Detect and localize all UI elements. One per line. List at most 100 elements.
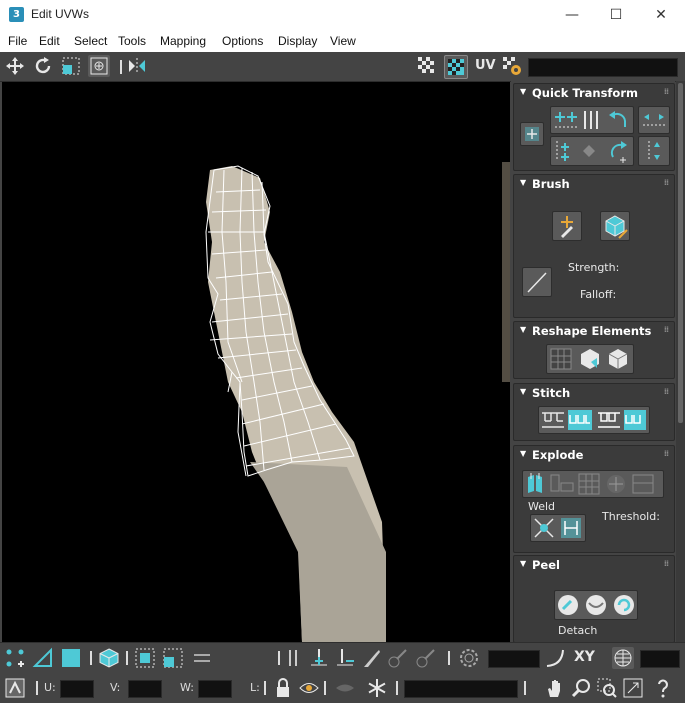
brush-falloff-button[interactable] [522,267,552,297]
reshape-tools-group[interactable] [546,344,634,374]
planar-map-button[interactable] [612,647,634,669]
menu-file[interactable]: File [8,34,27,48]
align-center-button[interactable] [520,122,544,146]
toolbar-separator [264,681,266,695]
rollout-title: Stitch [532,386,571,400]
menu-display[interactable]: Display [278,34,317,48]
select-face-button[interactable] [60,647,82,669]
add-to-selection-button[interactable] [308,647,330,669]
checker-map-button[interactable] [416,55,438,77]
toolbar-separator [448,651,450,665]
brush-select-button[interactable] [360,647,382,669]
select-edge-button[interactable] [32,647,54,669]
toolbar-separator [120,60,122,74]
zoom-extents-button[interactable] [622,677,644,699]
rotate-tool-button[interactable] [32,55,54,77]
paint-select-button[interactable] [334,647,356,669]
shrink-selection-icon [163,648,183,668]
uv-viewport[interactable] [2,82,510,642]
falloff-curve-button[interactable] [544,647,566,669]
stitch-tools-group[interactable] [538,406,650,434]
menu-mapping[interactable]: Mapping [160,34,206,48]
select-vertex-button[interactable] [4,647,26,669]
soft-selection-button[interactable] [386,647,408,669]
relax-brush-button[interactable] [600,211,630,241]
zoom-button[interactable] [570,677,592,699]
mirror-tool-button[interactable] [126,55,148,77]
zoom-region-button[interactable] [596,677,618,699]
w-label: W: [180,681,194,694]
menu-edit[interactable]: Edit [39,34,60,48]
help-button[interactable] [652,677,674,699]
freeform-tool-button[interactable] [88,55,110,77]
rollout-stitch: ▼ Stitch ⁞⁞ [513,383,675,441]
show-hidden-button[interactable] [298,677,320,699]
shrink-selection-button[interactable] [162,647,184,669]
v-field[interactable] [128,680,162,698]
texture-checker-button[interactable] [444,55,468,79]
uv-label[interactable]: UV [475,58,496,73]
point-to-point-button[interactable] [282,647,304,669]
hand-icon [548,680,560,697]
eye-icon [299,683,319,693]
toolbar-separator [90,651,92,665]
rollout-header[interactable]: ▼ Peel ⁞⁞ [514,556,674,574]
soft-falloff-button[interactable] [414,647,436,669]
brush-icon [364,650,380,667]
selection-filter-field[interactable] [404,680,518,698]
menu-view[interactable]: View [330,34,356,48]
scale-tool-button[interactable] [60,55,82,77]
globe-icon [614,649,632,667]
freeze-button[interactable] [366,677,388,699]
rollout-header[interactable]: ▼ Stitch ⁞⁞ [514,384,674,402]
hide-button[interactable] [334,677,356,699]
toolbar-separator [126,651,128,665]
move-tool-button[interactable] [4,55,26,77]
maximize-button[interactable]: ☐ [593,0,639,30]
align-horizontal-group[interactable] [550,106,634,134]
falloff-distance-field[interactable] [488,650,540,668]
rollout-header[interactable]: ▼ Quick Transform ⁞⁞ [514,84,674,102]
menu-select[interactable]: Select [74,34,107,48]
peel-tools-group[interactable] [554,590,638,620]
grip-icon: ⁞⁞ [663,178,669,187]
minimize-button[interactable]: — [549,0,595,30]
falloff-curve-icon [527,272,547,293]
grow-selection-button[interactable] [134,647,156,669]
rollout-title: Explode [532,448,584,462]
texture-dropdown[interactable] [528,58,678,77]
u-field[interactable] [60,680,94,698]
explode-tools-group[interactable] [522,470,664,498]
menu-options[interactable]: Options [222,34,263,48]
menu-tools[interactable]: Tools [118,34,146,48]
space-horizontal-button[interactable] [638,106,670,134]
command-panel: ▼ Quick Transform ⁞⁞ ▼ Brush ⁞⁞ Strength… [511,81,675,643]
uv-mesh-canvas[interactable] [2,82,510,642]
rollout-header[interactable]: ▼ Explode ⁞⁞ [514,446,674,464]
panel-scrollbar[interactable] [676,81,685,642]
lock-selection-button[interactable] [272,677,294,699]
space-vertical-button[interactable] [638,136,670,166]
scrollbar-thumb[interactable] [678,83,683,423]
xy-axis-button[interactable]: XY [574,649,595,665]
rollout-quick-transform: ▼ Quick Transform ⁞⁞ [513,83,675,171]
pan-button[interactable] [544,677,566,699]
map-value-field[interactable] [640,650,680,668]
loop-ring-group[interactable] [192,647,272,669]
rollout-header[interactable]: ▼ Reshape Elements ⁞⁞ [514,322,674,340]
question-icon [658,679,668,698]
absolute-offset-button[interactable] [4,677,26,699]
gear-icon [460,649,478,667]
falloff-space-button[interactable] [458,647,480,669]
settings-checker-button[interactable] [501,55,523,77]
select-element-button[interactable] [98,647,120,669]
w-field[interactable] [198,680,232,698]
bottom-toolbar-tools: XY [0,642,685,673]
close-button[interactable]: ✕ [638,0,684,30]
align-vertical-group[interactable] [550,136,634,166]
weld-tools-group[interactable] [530,514,586,542]
paint-move-button[interactable] [552,211,582,241]
rollout-header[interactable]: ▼ Brush ⁞⁞ [514,175,674,193]
bottom-toolbar-status: U: V: W: L: [0,673,685,703]
face-select-icon [62,649,80,667]
